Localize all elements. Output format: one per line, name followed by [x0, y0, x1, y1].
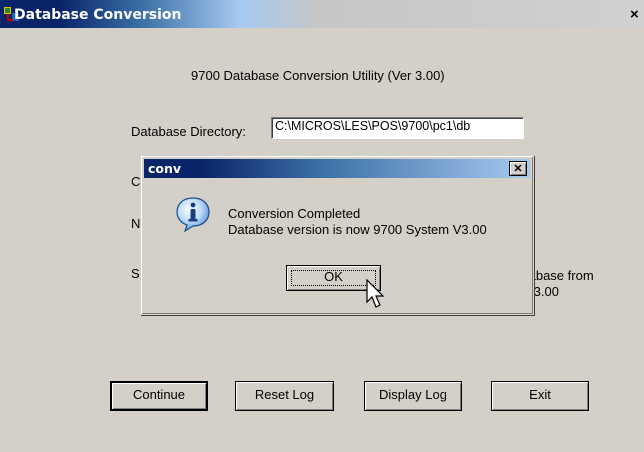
hidden-label-c: C — [131, 174, 141, 189]
information-icon — [176, 197, 210, 232]
dialog-title: conv — [148, 161, 182, 176]
utility-heading: 9700 Database Conversion Utility (Ver 3.… — [191, 68, 445, 83]
dialog-message-line1: Conversion Completed — [228, 206, 361, 221]
mouse-cursor-icon — [366, 279, 385, 308]
hidden-label-n: N — [131, 216, 141, 231]
dialog-message-line2: Database version is now 9700 System V3.0… — [228, 222, 487, 237]
continue-button[interactable]: Continue — [110, 381, 208, 411]
status-text-line1: tabase from — [525, 268, 594, 283]
ok-button-label: OK — [324, 269, 343, 284]
conversion-complete-dialog: conv ✕ Conversion Completed Database ver… — [140, 155, 534, 315]
window-title: Database Conversion — [14, 7, 182, 23]
db-directory-label: Database Directory: — [131, 124, 246, 139]
database-conversion-window: Database Conversion × 9700 Database Conv… — [0, 0, 644, 452]
reset-log-button[interactable]: Reset Log — [235, 381, 334, 411]
hidden-label-s: S — [131, 266, 140, 281]
title-bar[interactable]: Database Conversion × — [0, 0, 644, 28]
display-log-button[interactable]: Display Log — [364, 381, 462, 411]
db-directory-field[interactable]: C:\MICROS\LES\POS\9700\pc1\db — [271, 117, 524, 139]
dialog-title-bar[interactable]: conv ✕ — [144, 159, 530, 178]
close-icon[interactable]: × — [630, 6, 644, 23]
exit-button[interactable]: Exit — [491, 381, 589, 411]
dialog-close-button[interactable]: ✕ — [509, 161, 527, 176]
